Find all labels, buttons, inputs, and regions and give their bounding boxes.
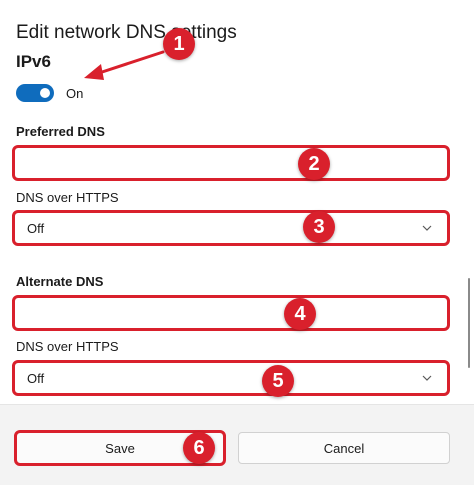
toggle-knob — [40, 88, 50, 98]
preferred-dns-input[interactable] — [12, 145, 450, 181]
select-value: Off — [27, 371, 45, 386]
alternate-dns-https-select[interactable]: Off — [12, 360, 450, 396]
alternate-dns-label: Alternate DNS — [16, 274, 104, 289]
cancel-button[interactable]: Cancel — [238, 432, 450, 464]
preferred-dns-label: Preferred DNS — [16, 124, 105, 139]
annotation-badge-3: 3 — [303, 211, 335, 243]
annotation-badge-2: 2 — [298, 148, 330, 180]
preferred-dns-https-select[interactable]: Off — [12, 210, 450, 246]
dns-settings-dialog: Edit network DNS settings IPv6 On Prefer… — [0, 0, 474, 485]
annotation-badge-5: 5 — [262, 365, 294, 397]
preferred-dns-https-label: DNS over HTTPS — [16, 190, 119, 205]
ipv6-heading: IPv6 — [16, 52, 51, 71]
chevron-down-icon — [422, 375, 432, 381]
chevron-down-icon — [422, 225, 432, 231]
alternate-dns-input[interactable] — [12, 295, 450, 331]
annotation-badge-6: 6 — [183, 432, 215, 464]
annotation-badge-4: 4 — [284, 298, 316, 330]
ipv6-toggle-label: On — [66, 86, 84, 101]
alternate-dns-https-label: DNS over HTTPS — [16, 339, 119, 354]
ipv6-toggle[interactable] — [16, 84, 54, 102]
annotation-badge-1: 1 — [163, 28, 195, 60]
scrollbar[interactable] — [468, 278, 470, 368]
select-value: Off — [27, 221, 45, 236]
dialog-title: Edit network DNS settings — [16, 22, 237, 43]
